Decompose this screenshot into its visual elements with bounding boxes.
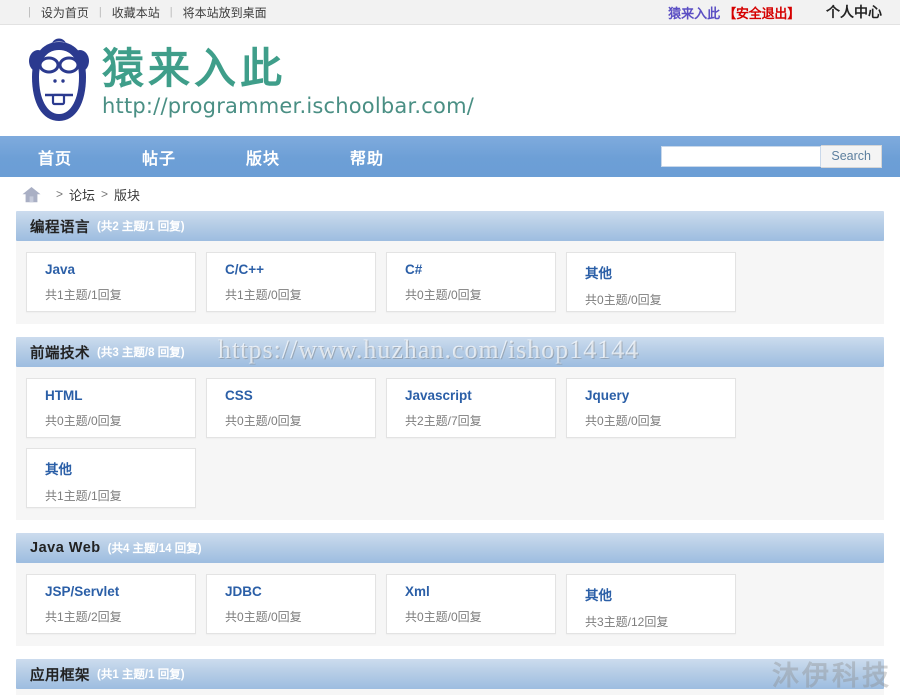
board-card[interactable]: JDBC 共0主题/0回复 — [206, 574, 376, 634]
board-title: JDBC — [225, 584, 262, 599]
section-title: 前端技术 — [30, 345, 90, 362]
breadcrumb-separator-1: > — [101, 187, 109, 201]
logout-link[interactable]: 【安全退出】 — [723, 3, 800, 22]
board-stat: 共0主题/0回复 — [585, 414, 662, 428]
logo-text: 猿来入此 http://programmer.ischoolbar.com/ — [102, 43, 474, 118]
board-title: Xml — [405, 584, 430, 599]
nav-items: 首页 帖子 版块 帮助 — [0, 145, 438, 169]
nav-item-help[interactable]: 帮助 — [334, 145, 400, 169]
breadcrumb-item-boards[interactable]: 版块 — [114, 185, 140, 204]
board-title: 其他 — [585, 588, 612, 603]
board-title: C/C++ — [225, 262, 265, 277]
board-title: HTML — [45, 388, 83, 403]
board-title: 其他 — [585, 266, 612, 281]
board-card[interactable]: 其他 共0主题/0回复 — [566, 252, 736, 312]
breadcrumb-item-forum[interactable]: 论坛 — [69, 185, 95, 204]
section-header: Java Web (共4 主题/14 回复) — [16, 533, 884, 563]
board-stat: 共1主题/2回复 — [45, 610, 122, 624]
board-card[interactable]: Jquery 共0主题/0回复 — [566, 378, 736, 438]
board-stat: 共2主题/7回复 — [405, 414, 482, 428]
search-area: Search — [661, 145, 882, 168]
top-separator-1: | — [98, 6, 102, 18]
board-card[interactable]: Java 共1主题/1回复 — [26, 252, 196, 312]
section-cards: Struts 共0主题/0回复 Hibernate 共0主题/0回复 Sprin… — [16, 689, 884, 695]
section-title: 应用框架 — [30, 667, 90, 684]
section-cards: JSP/Servlet 共1主题/2回复 JDBC 共0主题/0回复 Xml 共… — [16, 563, 884, 646]
top-separator-0: | — [28, 6, 31, 18]
board-stat: 共3主题/12回复 — [585, 615, 669, 629]
section-header: 前端技术 (共3 主题/8 回复) — [16, 337, 884, 367]
breadcrumb: > 论坛 > 版块 — [0, 177, 900, 211]
nav-item-home[interactable]: 首页 — [22, 145, 88, 169]
board-sections: 编程语言 (共2 主题/1 回复) Java 共1主题/1回复 C/C++ 共1… — [0, 211, 900, 695]
search-button[interactable]: Search — [821, 145, 882, 168]
board-card[interactable]: Javascript 共2主题/7回复 — [386, 378, 556, 438]
top-user-area: 猿来入此 【安全退出】 个人中心 — [668, 2, 882, 22]
board-stat: 共1主题/1回复 — [45, 489, 122, 503]
board-stat: 共0主题/0回复 — [225, 610, 302, 624]
board-title: Java — [45, 262, 76, 277]
board-title: Jquery — [585, 388, 630, 403]
site-name: 猿来入此 — [102, 44, 287, 94]
site-url: http://programmer.ischoolbar.com/ — [102, 93, 474, 118]
top-utility-bar: | 设为首页 | 收藏本站 | 将本站放到桌面 猿来入此 【安全退出】 个人中心 — [0, 0, 900, 25]
board-stat: 共0主题/0回复 — [45, 414, 122, 428]
board-stat: 共0主题/0回复 — [225, 414, 302, 428]
board-card[interactable]: HTML 共0主题/0回复 — [26, 378, 196, 438]
home-icon[interactable] — [22, 186, 41, 203]
breadcrumb-separator-0: > — [56, 187, 64, 201]
section-stat: (共1 主题/1 回复) — [97, 669, 185, 681]
board-stat: 共0主题/0回复 — [405, 610, 482, 624]
main-navbar: 首页 帖子 版块 帮助 Search — [0, 136, 900, 177]
board-stat: 共1主题/0回复 — [225, 288, 302, 302]
section-frameworks: 应用框架 (共1 主题/1 回复) Struts 共0主题/0回复 Hibern… — [16, 659, 884, 695]
page-root: | 设为首页 | 收藏本站 | 将本站放到桌面 猿来入此 【安全退出】 个人中心 — [0, 0, 900, 695]
user-center-link[interactable]: 个人中心 — [826, 2, 882, 22]
nav-item-posts[interactable]: 帖子 — [126, 145, 192, 169]
section-java-web: Java Web (共4 主题/14 回复) JSP/Servlet 共1主题/… — [16, 533, 884, 646]
add-to-desktop-link[interactable]: 将本站放到桌面 — [183, 4, 267, 21]
section-cards: HTML 共0主题/0回复 CSS 共0主题/0回复 Javascript 共2… — [16, 367, 884, 520]
board-title: 其他 — [45, 462, 72, 477]
board-title: Javascript — [405, 388, 472, 403]
board-card[interactable]: 其他 共1主题/1回复 — [26, 448, 196, 508]
section-header: 应用框架 (共1 主题/1 回复) — [16, 659, 884, 689]
section-stat: (共3 主题/8 回复) — [97, 347, 185, 359]
section-frontend: 前端技术 (共3 主题/8 回复) HTML 共0主题/0回复 CSS 共0主题… — [16, 337, 884, 520]
board-card[interactable]: 其他 共3主题/12回复 — [566, 574, 736, 634]
top-separator-2: | — [169, 6, 173, 18]
section-header: 编程语言 (共2 主题/1 回复) — [16, 211, 884, 241]
board-stat: 共0主题/0回复 — [585, 293, 662, 307]
board-card[interactable]: CSS 共0主题/0回复 — [206, 378, 376, 438]
bookmark-site-link[interactable]: 收藏本站 — [112, 4, 160, 21]
set-homepage-link[interactable]: 设为首页 — [41, 4, 89, 21]
site-header: 猿来入此 http://programmer.ischoolbar.com/ — [0, 25, 900, 136]
section-title: Java Web — [30, 540, 101, 556]
monkey-logo-icon[interactable] — [26, 37, 92, 125]
section-programming-languages: 编程语言 (共2 主题/1 回复) Java 共1主题/1回复 C/C++ 共1… — [16, 211, 884, 324]
board-title: C# — [405, 262, 423, 277]
top-links: | 设为首页 | 收藏本站 | 将本站放到桌面 — [18, 4, 267, 21]
nav-item-boards[interactable]: 版块 — [230, 145, 296, 169]
board-title: JSP/Servlet — [45, 584, 120, 599]
section-stat: (共4 主题/14 回复) — [107, 543, 202, 555]
board-title: CSS — [225, 388, 253, 403]
board-stat: 共1主题/1回复 — [45, 288, 122, 302]
section-cards: Java 共1主题/1回复 C/C++ 共1主题/0回复 C# 共0主题/0回复… — [16, 241, 884, 324]
board-card[interactable]: JSP/Servlet 共1主题/2回复 — [26, 574, 196, 634]
section-title: 编程语言 — [30, 219, 90, 236]
board-card[interactable]: C# 共0主题/0回复 — [386, 252, 556, 312]
board-card[interactable]: Xml 共0主题/0回复 — [386, 574, 556, 634]
username-label[interactable]: 猿来入此 — [668, 3, 720, 22]
search-input[interactable] — [661, 146, 822, 167]
section-stat: (共2 主题/1 回复) — [97, 221, 185, 233]
board-card[interactable]: C/C++ 共1主题/0回复 — [206, 252, 376, 312]
board-stat: 共0主题/0回复 — [405, 288, 482, 302]
